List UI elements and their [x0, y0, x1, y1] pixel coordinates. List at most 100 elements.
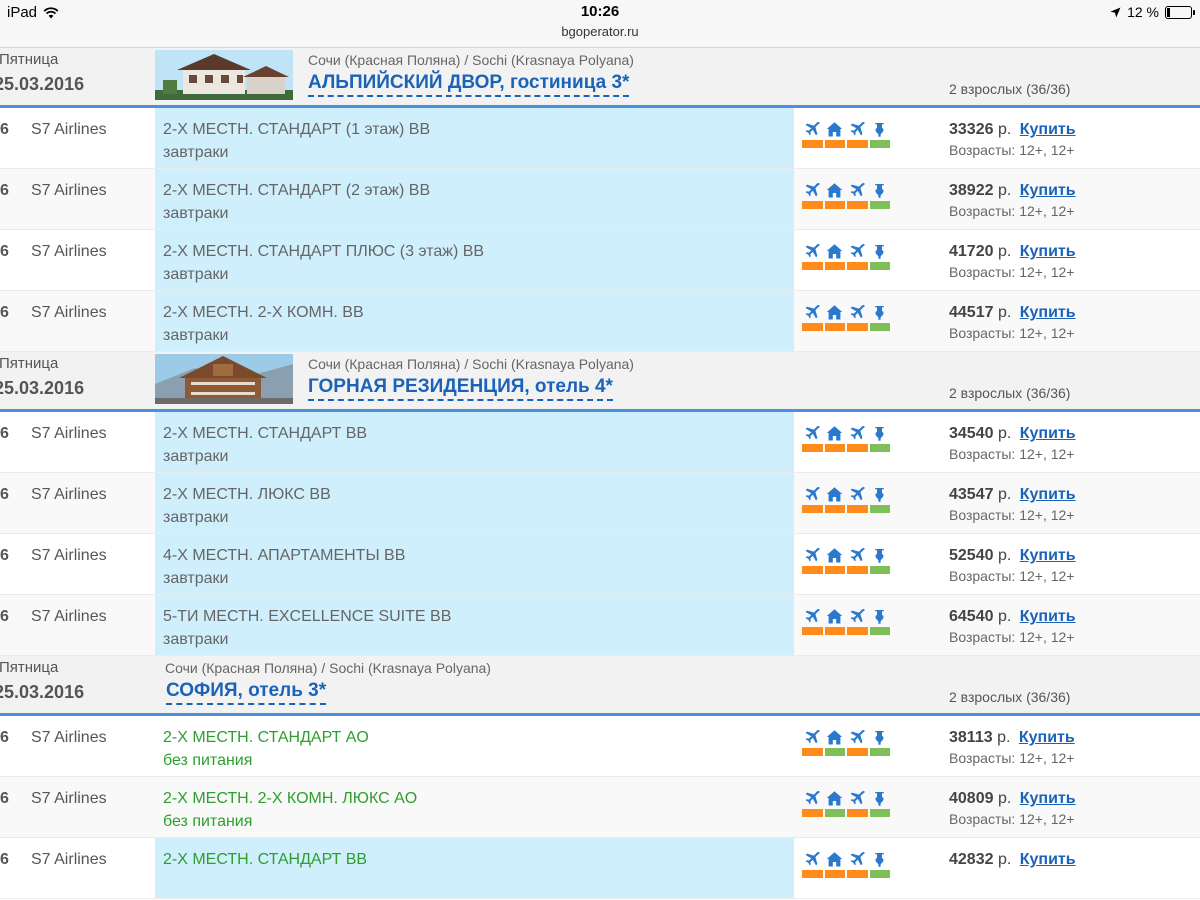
- battery-level: [1167, 7, 1170, 17]
- plane-icon[interactable]: [802, 242, 823, 260]
- medical-icon[interactable]: [870, 607, 891, 625]
- offer-row[interactable]: 6 S7 Airlines 2-Х МЕСТН. 2-Х КОМН. ЛЮКС …: [0, 777, 1200, 838]
- medical-icon[interactable]: [870, 485, 891, 503]
- service-icon-row: [802, 242, 890, 260]
- price-value: 42832: [949, 851, 994, 868]
- house-icon[interactable]: [825, 546, 846, 564]
- medical-icon[interactable]: [870, 242, 891, 260]
- plane-icon[interactable]: [847, 607, 868, 625]
- hotel-header: Пятница 25.03.2016 Сочи (Красная Поляна) …: [0, 656, 1200, 716]
- plane-icon[interactable]: [847, 850, 868, 868]
- availability-bar-orange: [847, 809, 868, 817]
- plane-icon[interactable]: [802, 607, 823, 625]
- meal-plan: без питания: [163, 813, 253, 830]
- plane-icon[interactable]: [847, 181, 868, 199]
- offer-row[interactable]: 6 S7 Airlines 2-Х МЕСТН. 2-Х КОМН. BB за…: [0, 291, 1200, 352]
- price-block: 42832 р. Купить: [949, 851, 1076, 869]
- house-icon[interactable]: [825, 120, 846, 138]
- plane-icon[interactable]: [802, 485, 823, 503]
- price-block: 40809 р. Купить: [949, 790, 1076, 808]
- medical-icon[interactable]: [870, 789, 891, 807]
- offer-row[interactable]: 6 S7 Airlines 2-Х МЕСТН. СТАНДАРТ ПЛЮС (…: [0, 230, 1200, 291]
- plane-icon[interactable]: [802, 728, 823, 746]
- buy-link[interactable]: Купить: [1020, 608, 1076, 625]
- house-icon[interactable]: [825, 242, 846, 260]
- house-icon[interactable]: [825, 728, 846, 746]
- house-icon[interactable]: [825, 789, 846, 807]
- plane-icon[interactable]: [802, 546, 823, 564]
- services-icons: [802, 546, 890, 574]
- offer-row[interactable]: 6 S7 Airlines 4-Х МЕСТН. АПАРТАМЕНТЫ BB …: [0, 534, 1200, 595]
- availability-bar-orange: [847, 140, 868, 148]
- hotel-name-link[interactable]: ГОРНАЯ РЕЗИДЕНЦИЯ, отель 4*: [308, 376, 613, 401]
- hotel-name-link[interactable]: АЛЬПИЙСКИЙ ДВОР, гостиница 3*: [308, 72, 630, 97]
- plane-icon[interactable]: [847, 728, 868, 746]
- price-value: 43547: [949, 486, 994, 503]
- hotel-photo[interactable]: [155, 50, 293, 100]
- house-icon[interactable]: [825, 181, 846, 199]
- plane-icon[interactable]: [847, 546, 868, 564]
- buy-link[interactable]: Купить: [1020, 547, 1076, 564]
- medical-icon[interactable]: [870, 303, 891, 321]
- hotel-photo[interactable]: [155, 354, 293, 404]
- medical-icon[interactable]: [870, 850, 891, 868]
- medical-icon[interactable]: [870, 546, 891, 564]
- buy-link[interactable]: Купить: [1020, 486, 1076, 503]
- plane-icon[interactable]: [847, 485, 868, 503]
- offer-row[interactable]: 6 S7 Airlines 2-Х МЕСТН. СТАНДАРТ BB зав…: [0, 412, 1200, 473]
- availability-bar-orange: [824, 262, 845, 270]
- buy-link[interactable]: Купить: [1020, 304, 1076, 321]
- buy-link[interactable]: Купить: [1020, 425, 1076, 442]
- house-icon[interactable]: [825, 424, 846, 442]
- medical-icon[interactable]: [870, 424, 891, 442]
- buy-link[interactable]: Купить: [1019, 729, 1075, 746]
- hotel-name-link[interactable]: СОФИЯ, отель 3*: [166, 680, 327, 705]
- plane-icon[interactable]: [802, 850, 823, 868]
- plane-icon[interactable]: [802, 303, 823, 321]
- offer-row[interactable]: 6 S7 Airlines 2-Х МЕСТН. СТАНДАРТ (1 эта…: [0, 108, 1200, 169]
- plane-icon[interactable]: [802, 424, 823, 442]
- availability-bar-orange: [847, 505, 868, 513]
- status-bar: iPad 10:26 bgoperator.ru 12 %: [0, 0, 1200, 48]
- buy-link[interactable]: Купить: [1020, 851, 1076, 868]
- offer-row[interactable]: 6 S7 Airlines 2-Х МЕСТН. СТАНДАРТ (2 эта…: [0, 169, 1200, 230]
- services-icons: [802, 728, 890, 756]
- plane-icon[interactable]: [847, 424, 868, 442]
- address-bar-url[interactable]: bgoperator.ru: [0, 24, 1200, 39]
- offer-row[interactable]: 6 S7 Airlines 2-Х МЕСТН. СТАНДАРТ AO без…: [0, 716, 1200, 777]
- house-icon[interactable]: [825, 607, 846, 625]
- battery-percent: 12 %: [1127, 4, 1159, 20]
- plane-icon[interactable]: [802, 181, 823, 199]
- plane-icon[interactable]: [847, 242, 868, 260]
- plane-icon[interactable]: [802, 120, 823, 138]
- plane-icon[interactable]: [847, 789, 868, 807]
- house-icon[interactable]: [825, 485, 846, 503]
- meal-plan: завтраки: [163, 631, 229, 648]
- buy-link[interactable]: Купить: [1020, 790, 1076, 807]
- availability-bar-green: [824, 809, 845, 817]
- house-icon[interactable]: [825, 850, 846, 868]
- offer-row[interactable]: 6 S7 Airlines 2-Х МЕСТН. ЛЮКС BB завтрак…: [0, 473, 1200, 534]
- medical-icon[interactable]: [870, 728, 891, 746]
- buy-link[interactable]: Купить: [1020, 121, 1076, 138]
- buy-link[interactable]: Купить: [1020, 243, 1076, 260]
- plane-icon[interactable]: [847, 120, 868, 138]
- services-icons: [802, 181, 890, 209]
- room-cell: 2-Х МЕСТН. СТАНДАРТ ПЛЮС (3 этаж) BB зав…: [155, 230, 794, 290]
- meal-plan: завтраки: [163, 327, 229, 344]
- medical-icon[interactable]: [870, 120, 891, 138]
- offer-row[interactable]: 6 S7 Airlines 5-ТИ МЕСТН. EXCELLENCE SUI…: [0, 595, 1200, 656]
- availability-bar-orange: [847, 748, 868, 756]
- offer-row[interactable]: 6 S7 Airlines 2-Х МЕСТН. СТАНДАРТ BB 428…: [0, 838, 1200, 899]
- airline-name: S7 Airlines: [31, 486, 107, 503]
- availability-bar-green: [869, 505, 890, 513]
- house-icon[interactable]: [825, 303, 846, 321]
- meal-plan: завтраки: [163, 570, 229, 587]
- service-icon-row: [802, 728, 890, 746]
- nights-count: 6: [0, 182, 9, 199]
- buy-link[interactable]: Купить: [1020, 182, 1076, 199]
- plane-icon[interactable]: [802, 789, 823, 807]
- plane-icon[interactable]: [847, 303, 868, 321]
- medical-icon[interactable]: [870, 181, 891, 199]
- room-cell: 2-Х МЕСТН. ЛЮКС BB завтраки: [155, 473, 794, 533]
